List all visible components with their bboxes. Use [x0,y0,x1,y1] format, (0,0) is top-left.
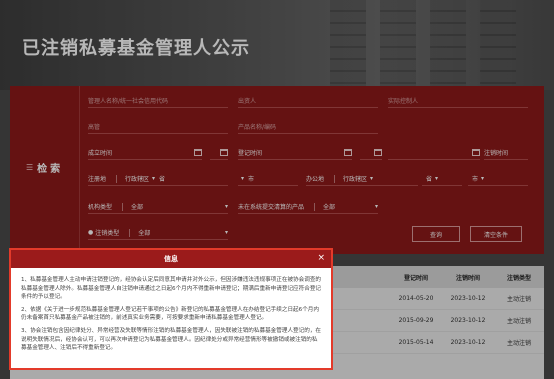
table-cell-cancelled: 2023-10-12 [450,339,486,346]
help-icon[interactable]: ● [88,229,93,236]
chevron-down-icon: ▾ [435,175,439,182]
registered-date-field[interactable]: 登记时间 [238,146,352,160]
filter-icon: ☰ [26,163,34,172]
unsettled-product-select[interactable]: 未在系统提交清算的产品 全部 ▾ [238,200,378,214]
established-date-end[interactable] [210,146,228,160]
chevron-down-icon: ▾ [224,203,228,210]
registered-date-end[interactable] [360,146,382,160]
search-side: ☰ 检索 [10,86,80,254]
manager-name-input[interactable]: 管理人名称/统一社会信用代码 [88,94,228,108]
search-panel: ☰ 检索 管理人名称/统一社会信用代码 出资人 实际控制人 高管 产品名称/编码… [10,86,544,254]
query-button[interactable]: 查询 [412,226,460,242]
table-row[interactable]: 07 2015-09-29 2023-10-12 主动注销 [320,310,544,332]
results-table: 登记时间 注销时间 注销类型 02 2014-05-20 2023-10-12 … [320,266,544,379]
table-header-row: 登记时间 注销时间 注销类型 [320,266,544,288]
chevron-down-icon: ▾ [481,175,485,182]
close-icon[interactable]: × [317,253,325,263]
chevron-down-icon: ▾ [374,203,378,210]
table-cell-type: 主动注销 [506,296,531,303]
table-cell-cancelled: 2023-10-12 [450,317,486,324]
search-label: ☰ 检索 [26,163,64,175]
calendar-icon[interactable] [344,149,352,156]
table-header-registered[interactable]: 登记时间 [390,273,442,282]
calendar-icon[interactable] [194,149,202,156]
page-title: 已注销私募基金管理人公示 [22,38,250,59]
chevron-down-icon: ▾ [224,229,228,236]
shelf-decoration [330,0,366,90]
table-cell-registered: 2014-05-20 [398,295,434,302]
table-cell-cancelled: 2023-10-12 [450,295,486,302]
cancel-type-select[interactable]: ● 注销类型 全部 ▾ [88,226,228,240]
modal-header: 信息 × [11,250,331,268]
table-cell-type: 主动注销 [506,340,531,347]
reg-location-field[interactable]: 注册地 行政辖区 ▾ 省 [88,172,228,186]
established-date-field[interactable]: 成立时间 [88,146,202,160]
modal-paragraph: 2、依据《关于进一步规范私募基金管理人登记若干事项的公告》新登记的私募基金管理人… [21,306,319,322]
shelf-decoration [430,0,466,90]
table-cell-type: 主动注销 [506,318,531,325]
chevron-down-icon: ▾ [152,175,156,182]
cancelled-date-field[interactable] [388,146,480,160]
calendar-icon[interactable] [472,149,480,156]
shelf-decoration [380,0,416,90]
modal-title: 信息 [164,255,178,263]
chevron-down-icon: ▾ [241,175,245,182]
cancelled-date-end[interactable]: 注销时间 [484,146,528,160]
calendar-icon[interactable] [374,149,382,156]
table-row[interactable]: 02 2014-05-20 2023-10-12 主动注销 [320,288,544,310]
chevron-down-icon: ▾ [370,175,374,182]
office-city-select[interactable]: 市 ▾ [468,172,528,186]
product-input[interactable]: 产品名称/编码 [238,120,378,134]
clear-button[interactable]: 清空条件 [470,226,522,242]
office-province-select[interactable]: 省 ▾ [422,172,462,186]
office-location-field[interactable]: 办公地 行政辖区 ▾ [306,172,418,186]
org-type-select[interactable]: 机构类型 全部 ▾ [88,200,228,214]
modal-paragraph: 3、协会注销包含因纪律处分、异常经营及失联等情形注销的私募基金管理人，因失联被注… [21,327,322,352]
controller-input[interactable]: 实际控制人 [388,94,528,108]
shelf-decoration [480,0,516,90]
hero-banner: 已注销私募基金管理人公示 [0,0,554,90]
info-modal: 信息 × 1、私募基金管理人主动申请注销登记的，经协会认定后同意其申请并对外公示… [9,248,333,370]
modal-paragraph: 1、私募基金管理人主动申请注销登记的，经协会认定后同意其申请并对外公示，但因涉嫌… [21,277,322,301]
table-header-cancel-type[interactable]: 注销类型 [494,273,544,282]
executive-input[interactable]: 高管 [88,120,228,134]
calendar-icon[interactable] [220,149,228,156]
table-cell-registered: 2015-09-29 [398,317,434,324]
table-header-cancelled[interactable]: 注销时间 [442,273,494,282]
table-cell-registered: 2015-05-14 [398,339,434,346]
table-row[interactable]: 41 2015-05-14 2023-10-12 主动注销 [320,332,544,354]
contributor-input[interactable]: 出资人 [238,94,378,108]
modal-body: 1、私募基金管理人主动申请注销登记的，经协会认定后同意其申请并对外公示，但因涉嫌… [21,276,323,357]
reg-city-select[interactable]: ▾ 市 [238,172,298,186]
